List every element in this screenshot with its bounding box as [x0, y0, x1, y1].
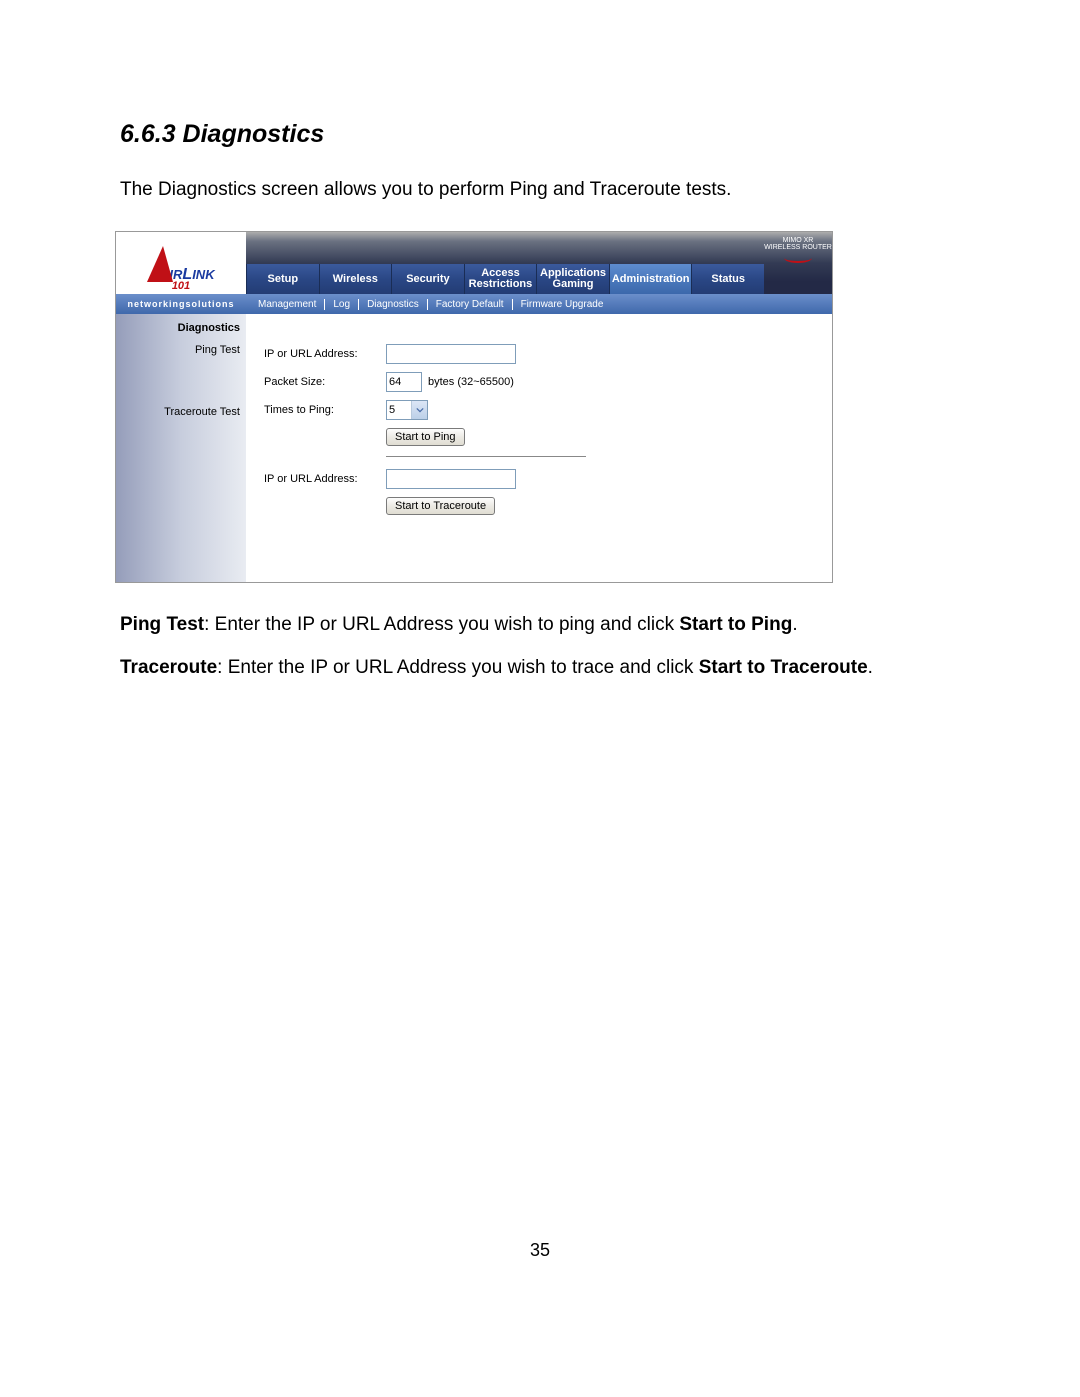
- label-ping-ip: IP or URL Address:: [264, 348, 386, 360]
- ping-description: Ping Test: Enter the IP or URL Address y…: [120, 613, 960, 638]
- section-heading: 6.6.3 Diagnostics: [120, 120, 960, 149]
- section-divider: [386, 456, 586, 457]
- logo-cell: IRLINK 101: [116, 232, 246, 294]
- logo-a-icon: [147, 246, 173, 282]
- input-packet-size[interactable]: [386, 372, 422, 392]
- brand-line1: MIMO XR: [783, 237, 814, 244]
- tab-security[interactable]: Security: [391, 264, 464, 294]
- logo-sub: 101: [172, 280, 190, 292]
- airlink-logo: IRLINK 101: [147, 246, 214, 294]
- ping-text: : Enter the IP or URL Address you wish t…: [204, 614, 679, 635]
- traceroute-description: Traceroute: Enter the IP or URL Address …: [120, 656, 960, 681]
- sidebar-heading: Diagnostics: [122, 322, 240, 334]
- tab-access-restrictions[interactable]: Access Restrictions: [464, 264, 537, 294]
- label-times-to-ping: Times to Ping:: [264, 404, 386, 416]
- subnav-diagnostics[interactable]: Diagnostics: [359, 299, 428, 310]
- sub-nav: Management Log Diagnostics Factory Defau…: [246, 294, 832, 314]
- slogan-text: networkingsolutions: [127, 299, 234, 309]
- subnav-log[interactable]: Log: [325, 299, 359, 310]
- main-tabs: Setup Wireless Security Access Restricti…: [246, 264, 764, 294]
- tab-administration[interactable]: Administration: [609, 264, 692, 294]
- start-to-traceroute-button[interactable]: Start to Traceroute: [386, 497, 495, 515]
- ping-button-ref: Start to Ping: [679, 614, 792, 635]
- tab-setup[interactable]: Setup: [246, 264, 319, 294]
- input-ping-ip[interactable]: [386, 344, 516, 364]
- swoosh-icon: [784, 253, 812, 263]
- ping-period: .: [792, 614, 797, 635]
- sidebar-item-ping-test: Ping Test: [122, 344, 240, 356]
- subnav-management[interactable]: Management: [250, 299, 325, 310]
- tab-status[interactable]: Status: [691, 264, 764, 294]
- tab-applications-gaming[interactable]: Applications Gaming: [536, 264, 609, 294]
- tr-text: : Enter the IP or URL Address you wish t…: [217, 657, 699, 678]
- intro-text: The Diagnostics screen allows you to per…: [120, 179, 960, 201]
- router-admin-screenshot: IRLINK 101 Setup Wireless Security Acces…: [115, 231, 833, 583]
- ping-bold: Ping Test: [120, 614, 204, 635]
- tab-wireless[interactable]: Wireless: [319, 264, 392, 294]
- page-number: 35: [120, 1240, 960, 1261]
- logo-word-ink: INK: [192, 267, 214, 282]
- label-tr-ip: IP or URL Address:: [264, 473, 386, 485]
- subnav-factory-default[interactable]: Factory Default: [428, 299, 513, 310]
- select-times-to-ping[interactable]: [386, 400, 428, 420]
- brand-line2: WIRELESS ROUTER: [764, 244, 832, 251]
- sidebar: Diagnostics Ping Test Traceroute Test: [116, 314, 246, 582]
- brand-badge: MIMO XR WIRELESS ROUTER: [764, 232, 832, 294]
- content-panel: IP or URL Address: Packet Size: bytes (3…: [246, 314, 832, 582]
- subnav-firmware-upgrade[interactable]: Firmware Upgrade: [513, 299, 612, 310]
- sidebar-item-traceroute-test: Traceroute Test: [122, 406, 240, 418]
- input-tr-ip[interactable]: [386, 469, 516, 489]
- slogan-cell: networkingsolutions: [116, 294, 246, 314]
- note-packet-range: bytes (32~65500): [428, 376, 514, 388]
- start-to-ping-button[interactable]: Start to Ping: [386, 428, 465, 446]
- tr-bold: Traceroute: [120, 657, 217, 678]
- tr-period: .: [868, 657, 873, 678]
- tr-button-ref: Start to Traceroute: [699, 657, 868, 678]
- label-packet-size: Packet Size:: [264, 376, 386, 388]
